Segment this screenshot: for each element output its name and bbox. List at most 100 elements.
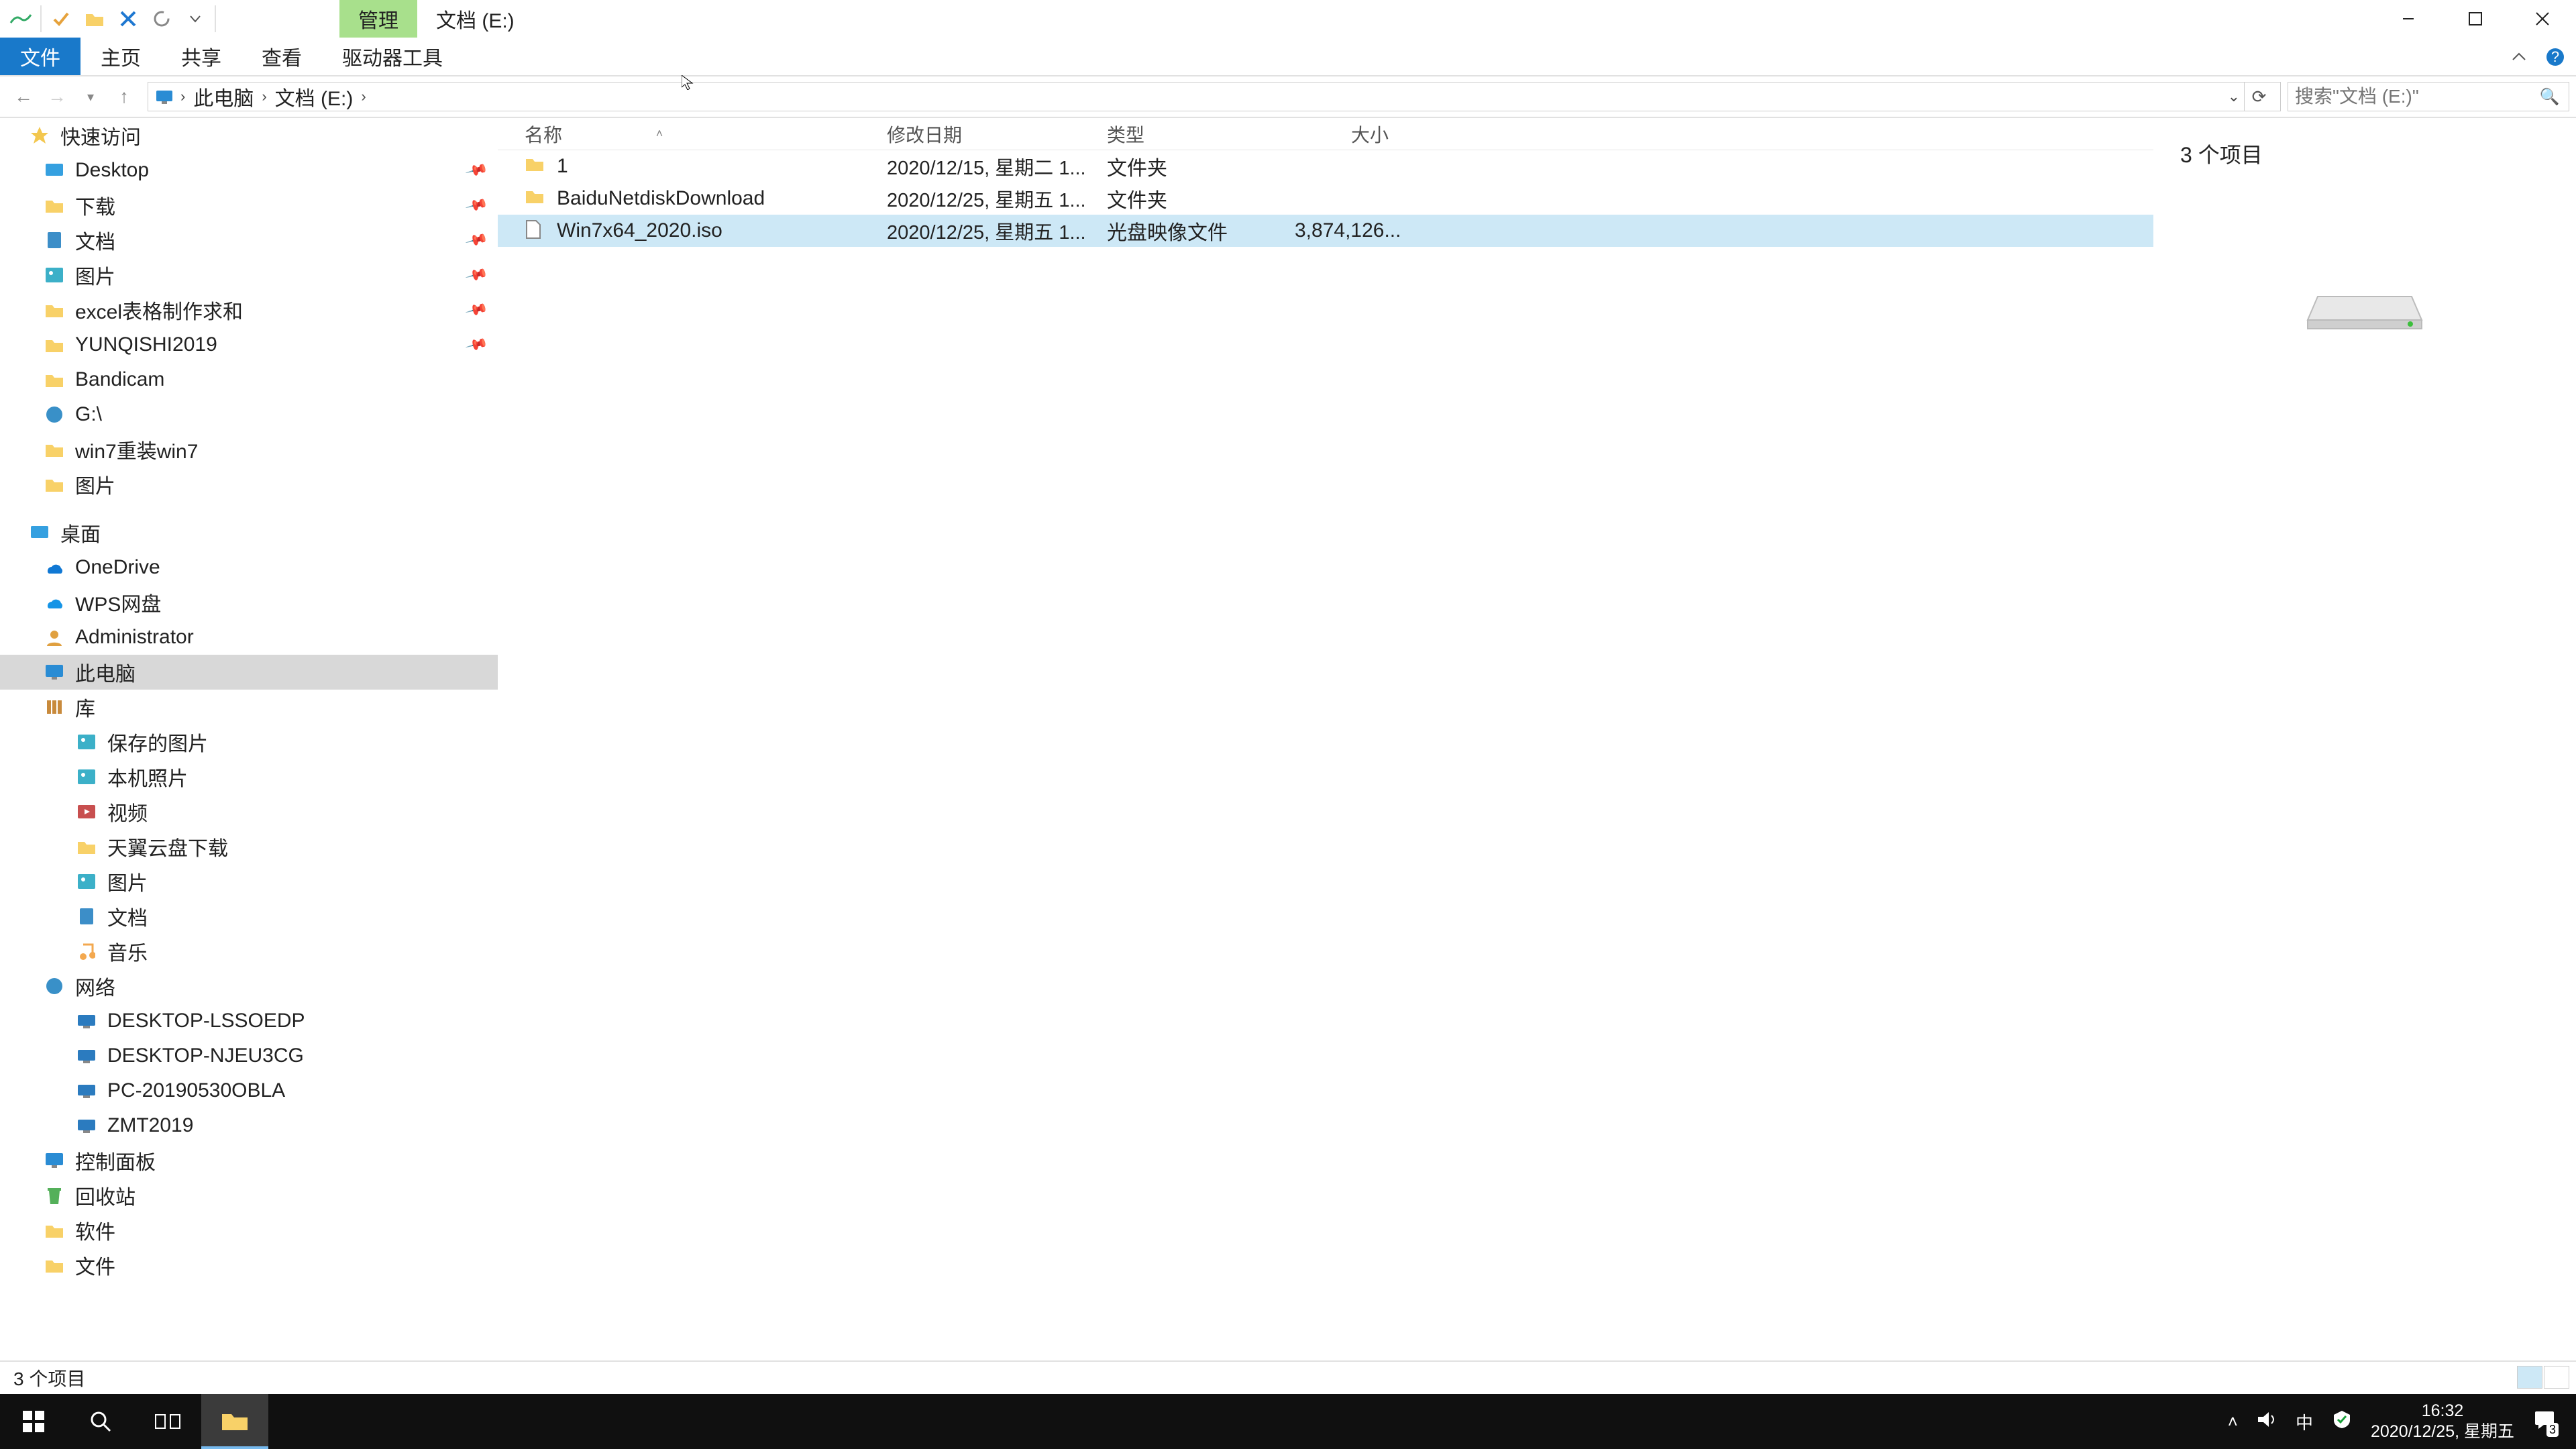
clock[interactable]: 16:32 2020/12/25, 星期五 [2371, 1401, 2514, 1443]
nav-item[interactable]: Administrator [0, 620, 498, 655]
search-input[interactable] [2295, 86, 2537, 107]
start-button[interactable] [0, 1394, 67, 1449]
close-button[interactable] [2509, 0, 2576, 38]
nav-item[interactable]: 音乐 [0, 934, 498, 969]
network-icon [42, 973, 67, 999]
nav-item[interactable]: 软件 [0, 1213, 498, 1248]
view-details-button[interactable] [2517, 1366, 2542, 1389]
breadcrumb-chevron-icon[interactable]: › [357, 88, 370, 105]
nav-item[interactable]: 库 [0, 690, 498, 724]
qat-dropdown-icon[interactable] [178, 0, 212, 38]
nav-item[interactable]: DESKTOP-NJEU3CG [0, 1038, 498, 1073]
nav-item[interactable]: 文档 [0, 899, 498, 934]
ribbon-tab-view[interactable]: 查看 [241, 38, 322, 75]
qat-folder-icon[interactable] [78, 0, 111, 38]
nav-item[interactable]: 控制面板 [0, 1143, 498, 1178]
column-header-size[interactable]: 大小 [1295, 121, 1402, 148]
wps-icon [42, 590, 67, 615]
view-icons-button[interactable] [2544, 1366, 2569, 1389]
nav-item[interactable]: win7重装win7 [0, 432, 498, 467]
nav-item[interactable]: 文件 [0, 1248, 498, 1283]
task-view-button[interactable] [134, 1394, 201, 1449]
qat-save-icon[interactable] [44, 0, 78, 38]
security-icon[interactable] [2332, 1409, 2352, 1434]
address-dropdown-icon[interactable]: ⌄ [2224, 88, 2244, 105]
nav-label: DESKTOP-NJEU3CG [107, 1044, 304, 1067]
nav-item[interactable]: PC-20190530OBLA [0, 1073, 498, 1108]
nav-item[interactable]: excel表格制作求和📌 [0, 292, 498, 327]
breadcrumb-chevron-icon[interactable]: › [176, 88, 189, 105]
ime-indicator[interactable]: 中 [2296, 1409, 2313, 1434]
column-label: 大小 [1351, 125, 1389, 146]
ribbon-collapse-icon[interactable] [2502, 38, 2536, 76]
nav-item[interactable]: 本机照片 [0, 759, 498, 794]
search-button[interactable] [67, 1394, 134, 1449]
maximize-button[interactable] [2442, 0, 2509, 38]
breadcrumb-this-pc[interactable]: 此电脑 [189, 82, 258, 111]
nav-item[interactable]: 视频 [0, 794, 498, 829]
nav-item[interactable]: 回收站 [0, 1178, 498, 1213]
ribbon-tab-drive-tools[interactable]: 驱动器工具 [322, 38, 463, 75]
nav-item[interactable]: 图片 [0, 864, 498, 899]
nav-item[interactable]: G:\ [0, 397, 498, 432]
nav-item[interactable]: 保存的图片 [0, 724, 498, 759]
nav-item[interactable]: 此电脑 [0, 655, 498, 690]
up-button[interactable]: ↑ [107, 80, 141, 113]
recent-locations-button[interactable]: ▾ [74, 80, 107, 113]
nav-item[interactable]: Desktop📌 [0, 153, 498, 188]
nav-item[interactable]: 图片📌 [0, 258, 498, 292]
nav-item[interactable]: 文档📌 [0, 223, 498, 258]
back-button[interactable]: ← [7, 80, 40, 113]
taskbar-file-explorer[interactable] [201, 1394, 268, 1449]
qat-close-icon[interactable] [111, 0, 145, 38]
nav-network[interactable]: 网络 [0, 969, 498, 1004]
context-tab-manage[interactable]: 管理 [339, 0, 417, 38]
search-box[interactable]: 🔍 [2288, 82, 2569, 111]
tray-chevron-icon[interactable]: ˄ [2228, 1411, 2238, 1432]
qat-refresh-icon[interactable] [145, 0, 178, 38]
volume-icon[interactable] [2257, 1410, 2277, 1434]
file-row[interactable]: Win7x64_2020.iso 2020/12/25, 星期五 1... 光盘… [498, 215, 2153, 247]
qat-app-icon[interactable] [4, 0, 38, 38]
address-bar[interactable]: › 此电脑 › 文档 (E:) › ⌄ ⟳ [148, 82, 2281, 111]
ribbon-tab-share[interactable]: 共享 [161, 38, 241, 75]
nav-item[interactable]: YUNQISHI2019📌 [0, 327, 498, 362]
ribbon-tab-file[interactable]: 文件 [0, 38, 80, 75]
file-name-cell: 1 [498, 155, 887, 178]
nav-desktop[interactable]: 桌面 [0, 515, 498, 550]
desk-icon [42, 158, 67, 183]
ribbon-tab-home[interactable]: 主页 [80, 38, 161, 75]
nav-item[interactable]: DESKTOP-LSSOEDP [0, 1004, 498, 1038]
od-icon [42, 555, 67, 580]
pc-icon [74, 1008, 99, 1034]
breadcrumb-root-icon[interactable] [155, 88, 176, 105]
file-row[interactable]: BaiduNetdiskDownload 2020/12/25, 星期五 1..… [498, 182, 2153, 215]
column-header-date[interactable]: 修改日期 [887, 121, 1107, 148]
breadcrumb-chevron-icon[interactable]: › [258, 88, 270, 105]
column-header-type[interactable]: 类型 [1107, 121, 1295, 148]
pc-icon [74, 1078, 99, 1104]
nav-quick-access[interactable]: 快速访问 [0, 118, 498, 153]
minimize-button[interactable] [2375, 0, 2442, 38]
pin-icon: 📌 [464, 193, 489, 217]
nav-label: OneDrive [75, 556, 160, 579]
file-row[interactable]: 1 2020/12/15, 星期二 1... 文件夹 [498, 150, 2153, 182]
search-icon[interactable]: 🔍 [2537, 87, 2562, 107]
breadcrumb-drive[interactable]: 文档 (E:) [271, 82, 358, 111]
nav-item[interactable]: Bandicam [0, 362, 498, 397]
refresh-button[interactable]: ⟳ [2244, 82, 2273, 111]
navigation-pane: 快速访问 Desktop📌 下载📌 文档📌 图片📌 excel表格制作求和📌 Y… [0, 118, 498, 1360]
nav-item[interactable]: WPS网盘 [0, 585, 498, 620]
ribbon: 文件 主页 共享 查看 驱动器工具 ? [0, 38, 2576, 76]
nav-item[interactable]: ZMT2019 [0, 1108, 498, 1143]
window-title-text: 文档 (E:) [436, 4, 515, 34]
nav-item[interactable]: OneDrive [0, 550, 498, 585]
nav-item[interactable]: 图片 [0, 467, 498, 502]
help-icon[interactable]: ? [2538, 38, 2572, 76]
forward-button[interactable]: → [40, 80, 74, 113]
nav-item[interactable]: 天翼云盘下载 [0, 829, 498, 864]
column-header-name[interactable]: 名称 ˄ [498, 121, 887, 148]
action-center-icon[interactable]: 3 [2533, 1409, 2556, 1434]
nav-item[interactable]: 下载📌 [0, 188, 498, 223]
ribbon-tab-label: 查看 [262, 42, 302, 71]
